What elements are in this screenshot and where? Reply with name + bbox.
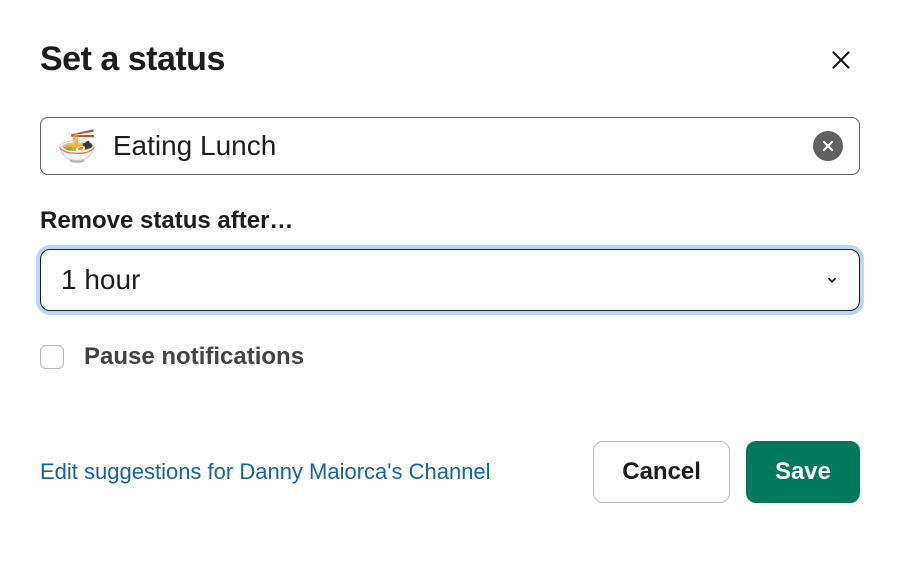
cancel-button[interactable]: Cancel bbox=[593, 441, 730, 503]
save-button[interactable]: Save bbox=[746, 441, 860, 503]
clear-icon bbox=[821, 139, 835, 153]
close-button[interactable] bbox=[822, 41, 860, 79]
status-field[interactable]: 🍜 bbox=[40, 117, 860, 175]
dialog-header: Set a status bbox=[40, 40, 860, 79]
pause-notifications-checkbox[interactable] bbox=[40, 345, 64, 369]
clear-status-button[interactable] bbox=[813, 131, 843, 161]
duration-selected-value: 1 hour bbox=[61, 264, 140, 296]
dialog-title: Set a status bbox=[40, 40, 225, 79]
pause-notifications-label: Pause notifications bbox=[84, 343, 304, 371]
status-text-input[interactable] bbox=[113, 130, 797, 162]
button-group: Cancel Save bbox=[593, 441, 860, 503]
pause-notifications-row: Pause notifications bbox=[40, 343, 860, 371]
chevron-down-icon bbox=[825, 273, 839, 287]
duration-select[interactable]: 1 hour bbox=[40, 249, 860, 311]
dialog-footer: Edit suggestions for Danny Maiorca's Cha… bbox=[40, 441, 860, 503]
close-icon bbox=[828, 47, 854, 73]
status-emoji-picker[interactable]: 🍜 bbox=[57, 130, 97, 162]
duration-label: Remove status after… bbox=[40, 207, 860, 235]
edit-suggestions-link[interactable]: Edit suggestions for Danny Maiorca's Cha… bbox=[40, 459, 491, 485]
